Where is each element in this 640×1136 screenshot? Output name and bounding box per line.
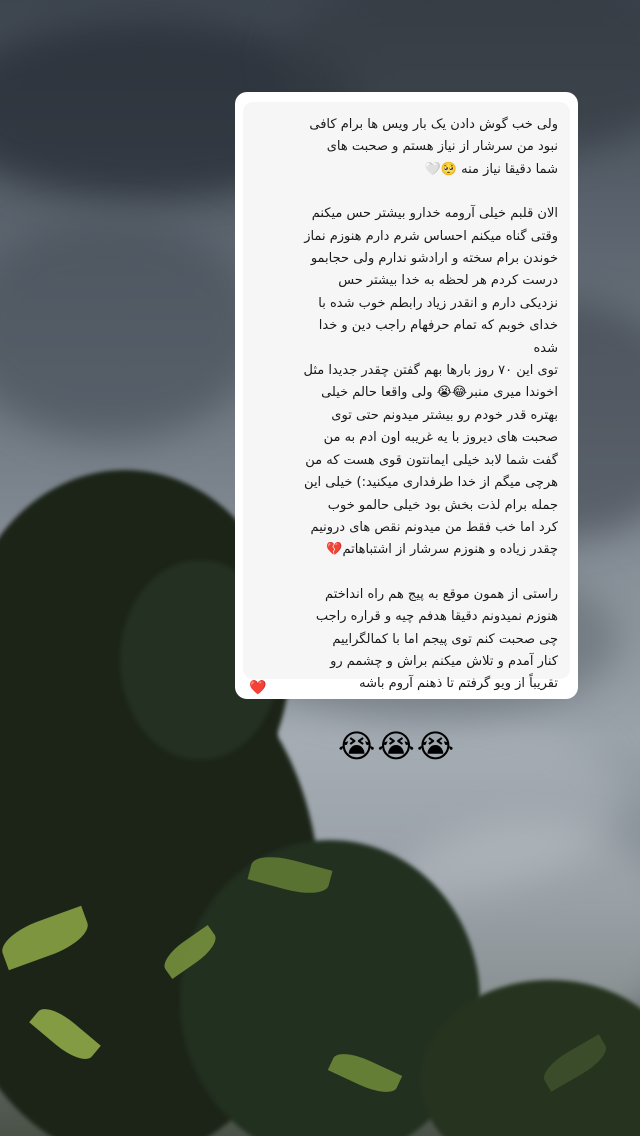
cloud	[0, 220, 260, 440]
message-paragraph-2: الان قلبم خیلی آرومه خدارو بیشتر حس میکن…	[303, 206, 558, 558]
message-paragraph-3: راستی از همون موقع به پیج هم راه انداختم…	[315, 586, 558, 692]
heart-reaction-icon: ❤️	[249, 680, 267, 696]
message-paragraph-1: ولی خب گوش دادن یک بار ویس ها برام کافی …	[309, 117, 558, 177]
story-caption: 😭😭😭	[338, 727, 457, 765]
message-screenshot-card: ولی خب گوش دادن یک بار ویس ها برام کافی …	[235, 92, 578, 699]
message-text: ولی خب گوش دادن یک بار ویس ها برام کافی …	[253, 114, 558, 696]
message-bubble: ولی خب گوش دادن یک بار ویس ها برام کافی …	[243, 102, 570, 691]
